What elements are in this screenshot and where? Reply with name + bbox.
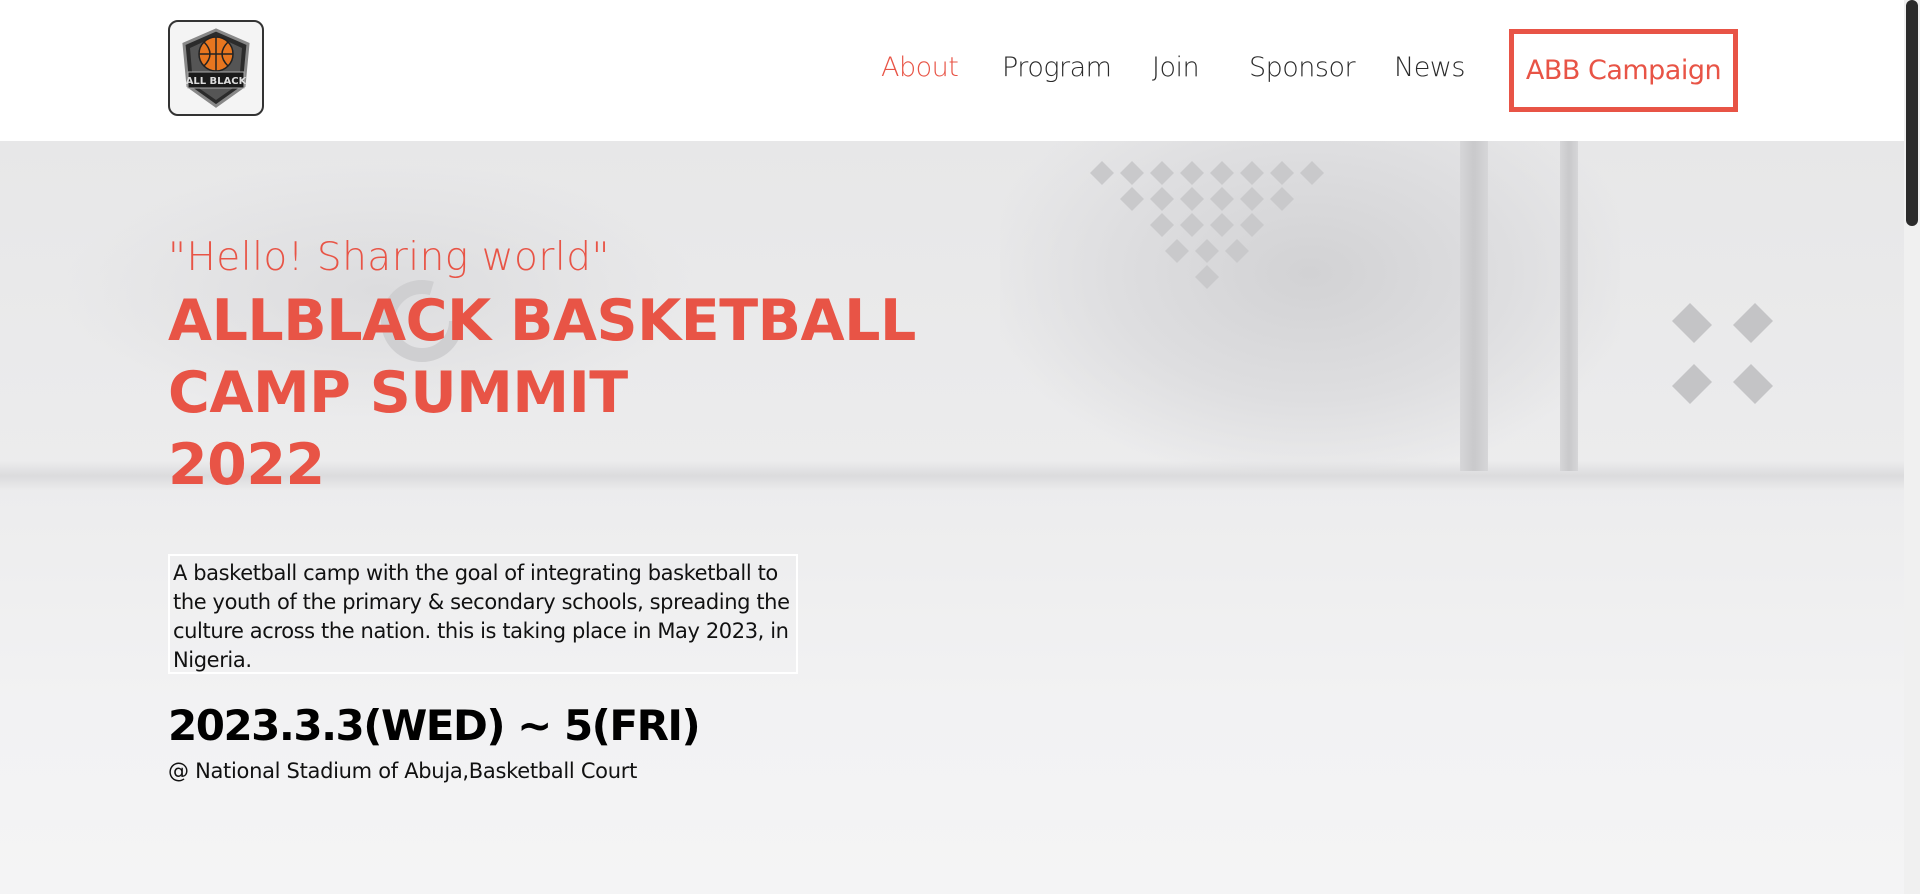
hero-title-line: 2022 xyxy=(168,432,325,498)
diamond-pattern-icon xyxy=(1090,161,1324,289)
x-mark-icon xyxy=(1672,303,1773,404)
main-nav: About Program Join Sponsor News ABB Camp… xyxy=(0,0,1904,141)
site-header: ALL BLACK About Program Join Sponsor New… xyxy=(0,0,1904,141)
hero-bg-pole xyxy=(1460,141,1488,471)
hero-title: ALLBLACK BASKETBALL CAMP SUMMIT 2022 xyxy=(168,285,928,501)
hero-description: A basketball camp with the goal of integ… xyxy=(168,554,798,674)
page-scrollbar[interactable] xyxy=(1904,0,1920,894)
hero-bg-pole xyxy=(1560,141,1578,471)
event-date: 2023.3.3(WED) ~ 5(FRI) xyxy=(168,701,701,750)
nav-news[interactable]: News xyxy=(1394,52,1465,83)
nav-about[interactable]: About xyxy=(881,52,959,83)
nav-join[interactable]: Join xyxy=(1152,52,1200,83)
hero-tagline: "Hello! Sharing world" xyxy=(168,235,610,280)
nav-program[interactable]: Program xyxy=(1002,52,1112,83)
hero-title-line: CAMP SUMMIT xyxy=(168,360,628,426)
hero-title-line: ALLBLACK BASKETBALL xyxy=(168,288,916,354)
scrollbar-thumb[interactable] xyxy=(1906,0,1918,226)
abb-campaign-button[interactable]: ABB Campaign xyxy=(1509,29,1738,112)
event-venue: @ National Stadium of Abuja,Basketball C… xyxy=(168,759,638,783)
hero-section: "Hello! Sharing world" ALLBLACK BASKETBA… xyxy=(0,141,1904,894)
nav-sponsor[interactable]: Sponsor xyxy=(1249,52,1356,83)
